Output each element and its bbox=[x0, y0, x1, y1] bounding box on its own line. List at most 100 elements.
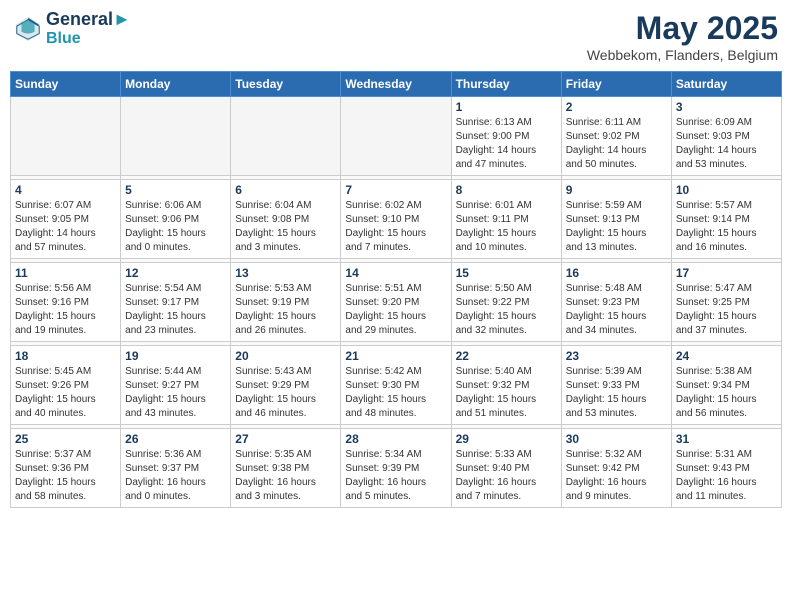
day-number: 31 bbox=[676, 432, 777, 446]
col-wednesday: Wednesday bbox=[341, 72, 451, 97]
day-info: Sunrise: 6:04 AM Sunset: 9:08 PM Dayligh… bbox=[235, 199, 336, 255]
day-info: Sunrise: 6:11 AM Sunset: 9:02 PM Dayligh… bbox=[566, 116, 667, 172]
day-number: 15 bbox=[456, 266, 557, 280]
day-number: 23 bbox=[566, 349, 667, 363]
day-number: 28 bbox=[345, 432, 446, 446]
table-cell: 16Sunrise: 5:48 AM Sunset: 9:23 PM Dayli… bbox=[561, 263, 671, 342]
table-cell bbox=[121, 97, 231, 176]
table-cell: 4 Sunrise: 6:07 AM Sunset: 9:05 PM Daylig… bbox=[11, 180, 121, 259]
col-friday: Friday bbox=[561, 72, 671, 97]
table-cell bbox=[341, 97, 451, 176]
day-info: Sunrise: 5:44 AM Sunset: 9:27 PM Dayligh… bbox=[125, 365, 226, 421]
table-cell: 5Sunrise: 6:06 AM Sunset: 9:06 PM Daylig… bbox=[121, 180, 231, 259]
day-number: 5 bbox=[125, 183, 226, 197]
col-thursday: Thursday bbox=[451, 72, 561, 97]
table-cell: 25 Sunrise: 5:37 AM Sunset: 9:36 PM Dayli… bbox=[11, 429, 121, 508]
day-number: 26 bbox=[125, 432, 226, 446]
day-number: 13 bbox=[235, 266, 336, 280]
table-cell: 10 Sunrise: 5:57 AM Sunset: 9:14 PM Dayli… bbox=[671, 180, 781, 259]
day-info: Sunrise: 5:56 AM Sunset: 9:16 PM Dayligh… bbox=[15, 282, 116, 338]
day-info: Sunrise: 5:36 AM Sunset: 9:37 PM Dayligh… bbox=[125, 448, 226, 504]
day-info: Sunrise: 5:59 AM Sunset: 9:13 PM Dayligh… bbox=[566, 199, 667, 255]
day-info: Sunrise: 5:57 AM Sunset: 9:14 PM Dayligh… bbox=[676, 199, 777, 255]
day-number: 9 bbox=[566, 183, 667, 197]
table-cell: 1 Sunrise: 6:13 AM Sunset: 9:00 PM Daylig… bbox=[451, 97, 561, 176]
col-sunday: Sunday bbox=[11, 72, 121, 97]
day-info: Sunrise: 5:53 AM Sunset: 9:19 PM Dayligh… bbox=[235, 282, 336, 338]
table-cell: 14 Sunrise: 5:51 AM Sunset: 9:20 PM Dayli… bbox=[341, 263, 451, 342]
day-number: 27 bbox=[235, 432, 336, 446]
table-cell: 27 Sunrise: 5:35 AM Sunset: 9:38 PM Dayli… bbox=[231, 429, 341, 508]
col-saturday: Saturday bbox=[671, 72, 781, 97]
day-info: Sunrise: 6:01 AM Sunset: 9:11 PM Dayligh… bbox=[456, 199, 557, 255]
day-number: 10 bbox=[676, 183, 777, 197]
day-number: 21 bbox=[345, 349, 446, 363]
table-cell: 30 Sunrise: 5:32 AM Sunset: 9:42 PM Dayli… bbox=[561, 429, 671, 508]
day-number: 20 bbox=[235, 349, 336, 363]
day-number: 11 bbox=[15, 266, 116, 280]
table-cell: 3Sunrise: 6:09 AM Sunset: 9:03 PM Daylig… bbox=[671, 97, 781, 176]
day-info: Sunrise: 5:40 AM Sunset: 9:32 PM Dayligh… bbox=[456, 365, 557, 421]
calendar-title: May 2025 bbox=[587, 10, 778, 47]
day-info: Sunrise: 5:33 AM Sunset: 9:40 PM Dayligh… bbox=[456, 448, 557, 504]
table-cell: 6Sunrise: 6:04 AM Sunset: 9:08 PM Daylig… bbox=[231, 180, 341, 259]
day-number: 24 bbox=[676, 349, 777, 363]
calendar-subtitle: Webbekom, Flanders, Belgium bbox=[587, 47, 778, 63]
day-number: 1 bbox=[456, 100, 557, 114]
table-cell: 17Sunrise: 5:47 AM Sunset: 9:25 PM Dayli… bbox=[671, 263, 781, 342]
day-number: 4 bbox=[15, 183, 116, 197]
day-number: 12 bbox=[125, 266, 226, 280]
table-cell: 21Sunrise: 5:42 AM Sunset: 9:30 PM Dayli… bbox=[341, 346, 451, 425]
table-cell: 22Sunrise: 5:40 AM Sunset: 9:32 PM Dayli… bbox=[451, 346, 561, 425]
table-cell: 23 Sunrise: 5:39 AM Sunset: 9:33 PM Dayli… bbox=[561, 346, 671, 425]
calendar-table: Sunday Monday Tuesday Wednesday Thursday… bbox=[10, 71, 782, 508]
day-info: Sunrise: 5:48 AM Sunset: 9:23 PM Dayligh… bbox=[566, 282, 667, 338]
day-number: 18 bbox=[15, 349, 116, 363]
day-number: 29 bbox=[456, 432, 557, 446]
day-info: Sunrise: 5:32 AM Sunset: 9:42 PM Dayligh… bbox=[566, 448, 667, 504]
day-info: Sunrise: 5:31 AM Sunset: 9:43 PM Dayligh… bbox=[676, 448, 777, 504]
day-info: Sunrise: 6:07 AM Sunset: 9:05 PM Dayligh… bbox=[15, 199, 116, 255]
table-cell: 24 Sunrise: 5:38 AM Sunset: 9:34 PM Dayli… bbox=[671, 346, 781, 425]
day-info: Sunrise: 5:43 AM Sunset: 9:29 PM Dayligh… bbox=[235, 365, 336, 421]
table-cell: 12Sunrise: 5:54 AM Sunset: 9:17 PM Dayli… bbox=[121, 263, 231, 342]
col-monday: Monday bbox=[121, 72, 231, 97]
day-number: 17 bbox=[676, 266, 777, 280]
weekday-header-row: Sunday Monday Tuesday Wednesday Thursday… bbox=[11, 72, 782, 97]
day-number: 7 bbox=[345, 183, 446, 197]
table-cell bbox=[11, 97, 121, 176]
day-info: Sunrise: 5:50 AM Sunset: 9:22 PM Dayligh… bbox=[456, 282, 557, 338]
col-tuesday: Tuesday bbox=[231, 72, 341, 97]
table-cell: 29 Sunrise: 5:33 AM Sunset: 9:40 PM Dayli… bbox=[451, 429, 561, 508]
day-number: 25 bbox=[15, 432, 116, 446]
table-cell: 28 Sunrise: 5:34 AM Sunset: 9:39 PM Dayli… bbox=[341, 429, 451, 508]
day-info: Sunrise: 6:09 AM Sunset: 9:03 PM Dayligh… bbox=[676, 116, 777, 172]
table-cell: 13 Sunrise: 5:53 AM Sunset: 9:19 PM Dayli… bbox=[231, 263, 341, 342]
day-info: Sunrise: 6:13 AM Sunset: 9:00 PM Dayligh… bbox=[456, 116, 557, 172]
table-cell: 7 Sunrise: 6:02 AM Sunset: 9:10 PM Daylig… bbox=[341, 180, 451, 259]
table-cell: 2Sunrise: 6:11 AM Sunset: 9:02 PM Daylig… bbox=[561, 97, 671, 176]
table-cell: 15 Sunrise: 5:50 AM Sunset: 9:22 PM Dayli… bbox=[451, 263, 561, 342]
logo-icon bbox=[14, 15, 42, 43]
day-info: Sunrise: 5:39 AM Sunset: 9:33 PM Dayligh… bbox=[566, 365, 667, 421]
day-number: 19 bbox=[125, 349, 226, 363]
day-info: Sunrise: 5:45 AM Sunset: 9:26 PM Dayligh… bbox=[15, 365, 116, 421]
day-info: Sunrise: 5:35 AM Sunset: 9:38 PM Dayligh… bbox=[235, 448, 336, 504]
day-number: 8 bbox=[456, 183, 557, 197]
page-header: General► Blue May 2025 Webbekom, Flander… bbox=[10, 10, 782, 63]
day-info: Sunrise: 5:34 AM Sunset: 9:39 PM Dayligh… bbox=[345, 448, 446, 504]
table-cell: 18 Sunrise: 5:45 AM Sunset: 9:26 PM Dayli… bbox=[11, 346, 121, 425]
week-row-3: 11 Sunrise: 5:56 AM Sunset: 9:16 PM Dayli… bbox=[11, 263, 782, 342]
table-cell: 31 Sunrise: 5:31 AM Sunset: 9:43 PM Dayli… bbox=[671, 429, 781, 508]
day-info: Sunrise: 5:37 AM Sunset: 9:36 PM Dayligh… bbox=[15, 448, 116, 504]
day-number: 14 bbox=[345, 266, 446, 280]
week-row-5: 25 Sunrise: 5:37 AM Sunset: 9:36 PM Dayli… bbox=[11, 429, 782, 508]
day-info: Sunrise: 6:02 AM Sunset: 9:10 PM Dayligh… bbox=[345, 199, 446, 255]
day-info: Sunrise: 5:51 AM Sunset: 9:20 PM Dayligh… bbox=[345, 282, 446, 338]
logo: General► Blue bbox=[14, 10, 131, 47]
day-number: 30 bbox=[566, 432, 667, 446]
week-row-4: 18 Sunrise: 5:45 AM Sunset: 9:26 PM Dayli… bbox=[11, 346, 782, 425]
day-info: Sunrise: 5:38 AM Sunset: 9:34 PM Dayligh… bbox=[676, 365, 777, 421]
logo-text: General► Blue bbox=[46, 10, 131, 47]
table-cell: 20 Sunrise: 5:43 AM Sunset: 9:29 PM Dayli… bbox=[231, 346, 341, 425]
